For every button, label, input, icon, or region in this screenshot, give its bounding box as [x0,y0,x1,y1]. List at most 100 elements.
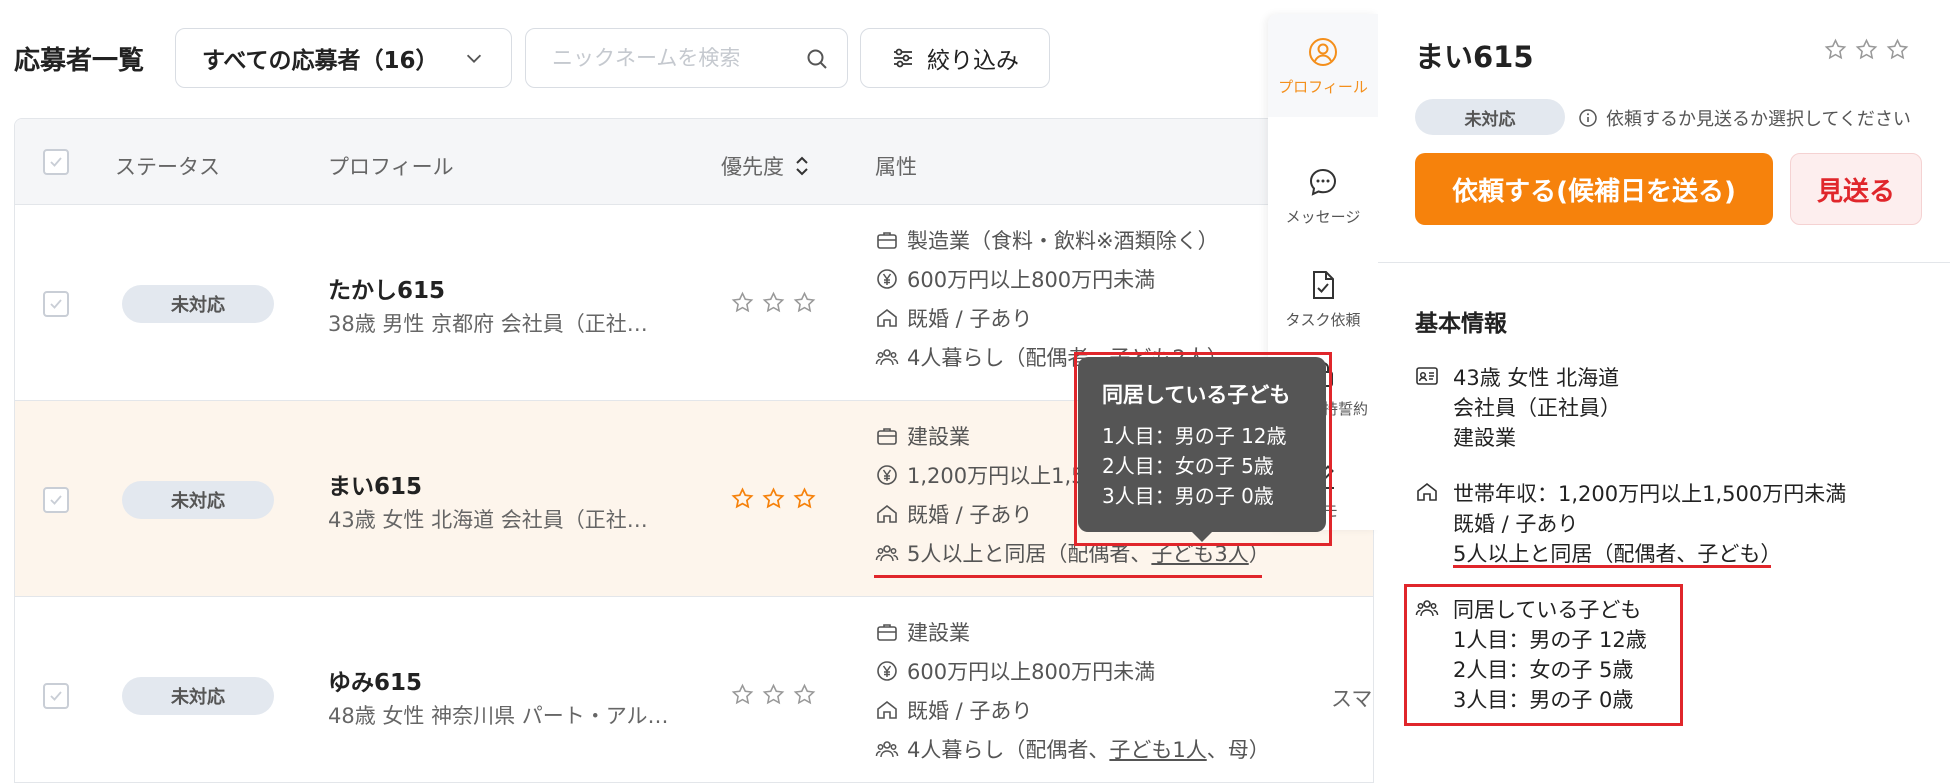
star-icon[interactable] [762,683,785,706]
nickname-search[interactable] [525,28,848,88]
panel-divider [1378,262,1950,263]
attr-family: 既婚 / 子あり [875,303,1032,333]
yen-icon [877,661,897,681]
attr-family: 既婚 / 子あり [875,695,1032,725]
refine-button[interactable]: 絞り込み [860,28,1050,88]
household-prefix: 4人暮らし（配偶者、 [907,738,1110,762]
status-badge: 未対応 [122,285,274,323]
tab-task-request[interactable]: タスク依頼 [1268,247,1378,347]
panel-hint: 依頼するか見送るか選択してください [1578,105,1911,131]
children-link[interactable]: 子ども1人 [1109,738,1206,762]
star-icon[interactable] [1824,38,1847,61]
applicant-summary: 38歳 男性 京都府 会社員（正社… [328,312,648,336]
tab-message[interactable]: メッセージ [1268,144,1378,244]
status-badge: 未対応 [122,481,274,519]
star-icon[interactable] [731,683,754,706]
column-priority-label: 優先度 [721,155,784,179]
applicant-name[interactable]: ゆみ615 [328,663,422,697]
home-icon [877,308,897,327]
select-all-checkbox[interactable] [43,149,69,175]
basic-info-title: 基本情報 [1415,311,1507,337]
priority-stars[interactable] [731,487,816,510]
attr-family-text: 既婚 / 子あり [907,699,1033,723]
sliders-icon [894,48,912,68]
home-icon [1417,482,1437,501]
info-line: 既婚 / 子あり [1453,512,1579,536]
briefcase-icon [877,232,897,249]
info-line: 43歳 女性 北海道 [1453,366,1620,390]
star-icon[interactable] [731,487,754,510]
row-checkbox[interactable] [43,487,69,513]
star-icon[interactable] [762,487,785,510]
yen-icon [877,269,897,289]
star-icon[interactable] [793,683,816,706]
panel-status-badge: 未対応 [1415,99,1565,135]
star-icon[interactable] [731,291,754,314]
table-header: ステータス プロフィール 優先度 属性 [15,119,1373,205]
sort-icon [796,156,808,176]
check-icon [50,299,62,309]
star-icon[interactable] [1855,38,1878,61]
tab-profile-label: プロフィール [1278,78,1368,96]
row-checkbox[interactable] [43,291,69,317]
highlight-underline [874,575,1262,578]
priority-stars[interactable] [731,291,816,314]
check-icon [50,157,62,167]
briefcase-icon [877,624,897,641]
row-checkbox[interactable] [43,683,69,709]
user-circle-icon [1309,38,1337,66]
star-icon[interactable] [1886,38,1909,61]
search-icon[interactable] [805,47,829,71]
tab-profile[interactable]: プロフィール [1268,14,1378,114]
column-profile: プロフィール [328,155,454,179]
tab-message-label: メッセージ [1285,208,1361,226]
highlight-underline [1453,565,1771,568]
household-suffix: 、母） [1206,738,1270,762]
decline-button[interactable]: 見送る [1790,153,1922,225]
info-line: 会社員（正社員） [1453,396,1621,420]
filter-select-value: すべての応募者（16） [202,48,439,74]
panel-applicant-name: まい615 [1415,40,1534,74]
applicant-summary: 43歳 女性 北海道 会社員（正社… [328,508,648,532]
page-title: 応募者一覧 [14,46,145,76]
star-icon[interactable] [793,487,816,510]
home-icon [877,504,897,523]
panel-hint-text: 依頼するか見送るか選択してください [1606,109,1911,130]
column-status: ステータス [115,155,220,179]
highlight-box [1074,352,1332,546]
applicant-name[interactable]: まい615 [328,467,422,501]
priority-stars[interactable] [731,683,816,706]
applicant-name[interactable]: たかし615 [328,271,445,305]
attr-income-text: 600万円以上800万円未満 [907,268,1156,292]
column-priority[interactable]: 優先度 [721,151,810,181]
attr-industry: 製造業（食料・飲料※酒類除く） [875,225,1219,255]
people-icon [875,349,899,366]
chat-bubble-icon [1309,168,1337,196]
attr-family-text: 既婚 / 子あり [907,503,1033,527]
info-line: 5人以上と同居（配偶者、子ども） [1453,542,1782,566]
info-icon [1579,109,1597,127]
chevron-down-icon [466,54,482,63]
yen-icon [877,465,897,485]
search-input[interactable] [552,46,792,70]
attr-income-text: 600万円以上800万円未満 [907,660,1156,684]
table-row[interactable]: 未対応 ゆみ615 48歳 女性 神奈川県 パート・アル… 建設業 600万円以… [15,597,1373,782]
document-check-icon [1313,271,1334,299]
star-icon[interactable] [762,291,785,314]
attr-income: 600万円以上800万円未満 [875,264,1155,294]
attr-industry-text: 建設業 [907,621,970,645]
status-badge: 未対応 [122,677,274,715]
briefcase-icon [877,428,897,445]
attr-industry-text: 建設業 [907,425,970,449]
column-attributes: 属性 [875,155,917,179]
attr-household: 4人暮らし（配偶者、子ども1人、母） [875,734,1270,764]
attr-family-text: 既婚 / 子あり [907,307,1033,331]
attr-income: 600万円以上800万円未満 [875,656,1155,686]
panel-priority-stars[interactable] [1824,38,1909,61]
applicant-filter-select[interactable]: すべての応募者（16） [175,28,512,88]
star-icon[interactable] [793,291,816,314]
request-button[interactable]: 依頼する(候補日を送る) [1415,153,1773,225]
info-line: 世帯年収：1,200万円以上1,500万円未満 [1453,482,1847,506]
check-icon [50,495,62,505]
check-icon [50,691,62,701]
